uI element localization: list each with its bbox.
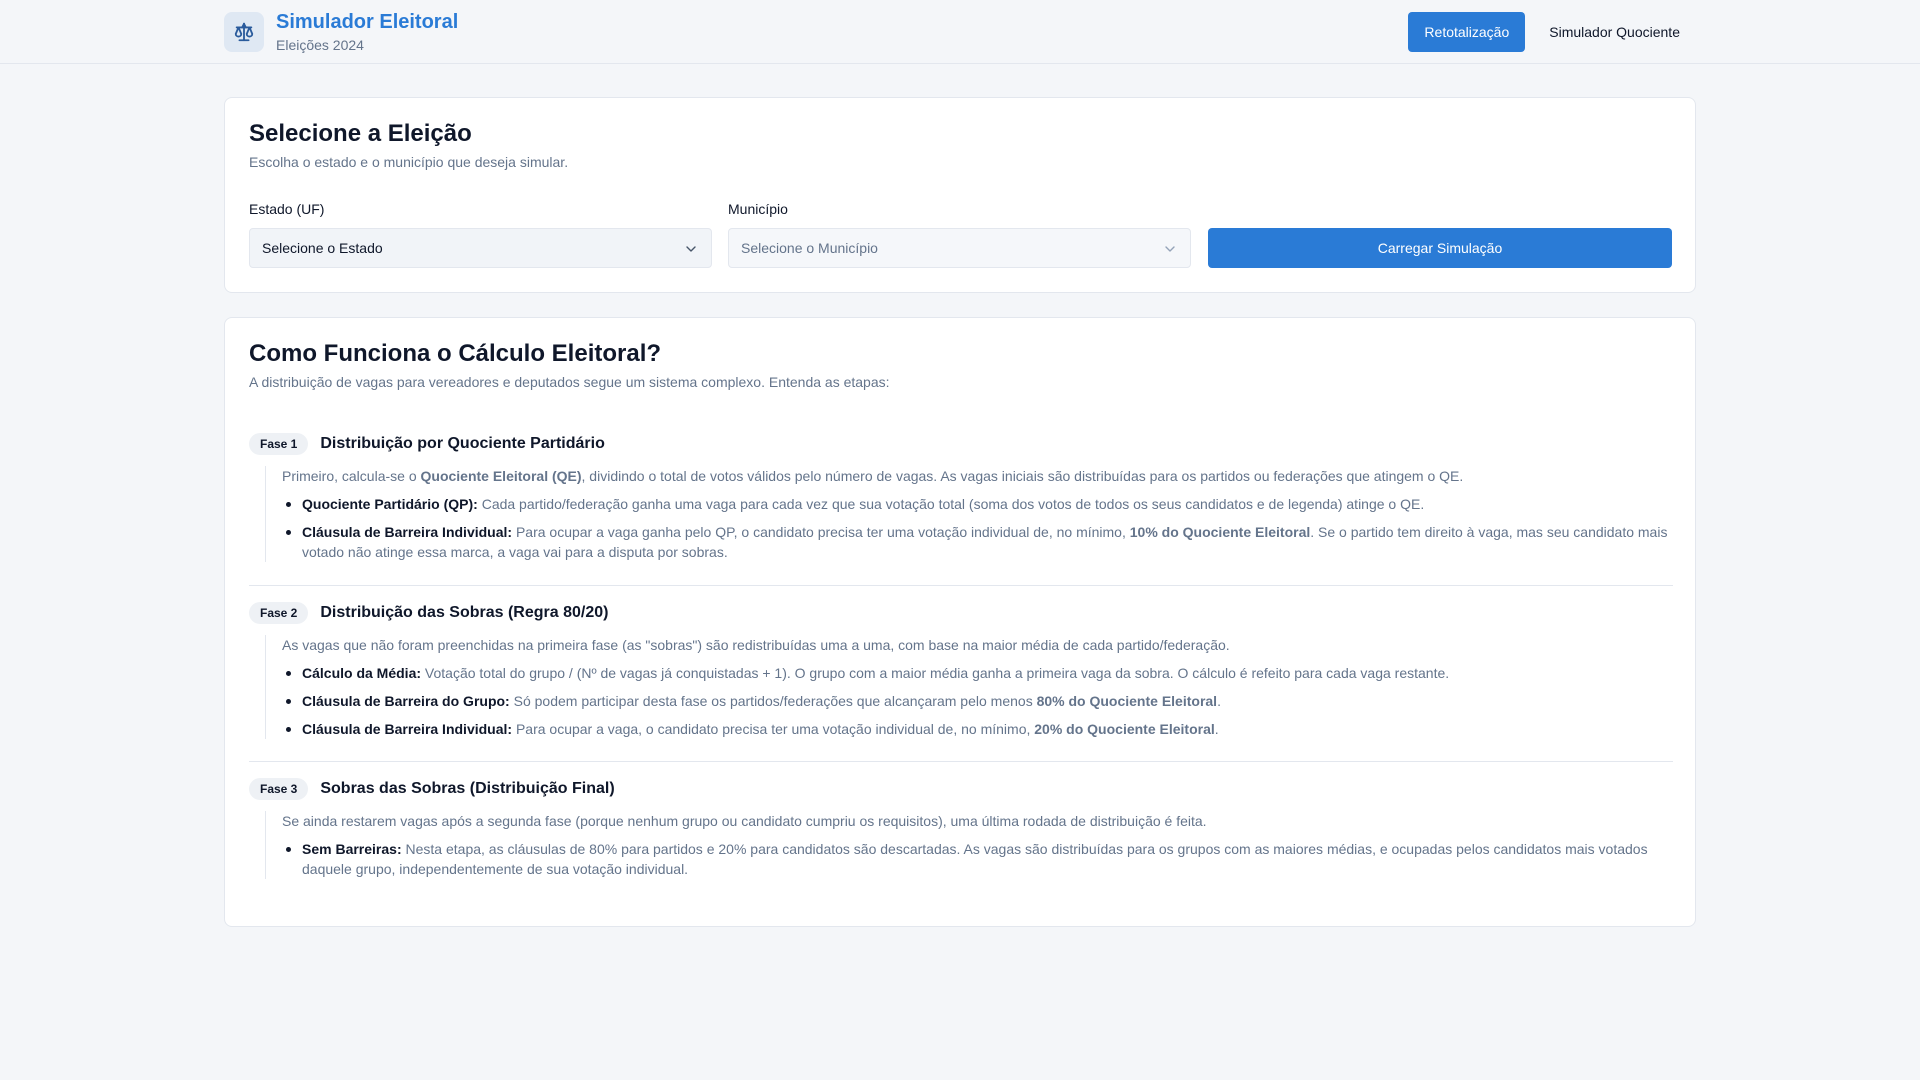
scale-icon: [224, 12, 264, 52]
phase-title: Sobras das Sobras (Distribuição Final): [320, 780, 615, 797]
info-card-title: Como Funciona o Cálculo Eleitoral?: [249, 340, 662, 367]
phase-badge: Fase 2: [249, 602, 309, 624]
how-it-works-card: Como Funciona o Cálculo Eleitoral? A dis…: [224, 317, 1696, 927]
divider: [249, 585, 1673, 586]
list-item: Cláusula de Barreira Individual: Para oc…: [282, 719, 1673, 739]
city-label: Município: [728, 201, 788, 217]
list-item: Cláusula de Barreira do Grupo: Só podem …: [282, 691, 1673, 711]
select-card-subtitle: Escolha o estado e o município que desej…: [249, 154, 569, 170]
phase-badge: Fase 3: [249, 778, 309, 800]
info-card-subtitle: A distribuição de vagas para vereadores …: [249, 374, 890, 390]
nav-retotalizacao-button[interactable]: Retotalização: [1408, 12, 1526, 52]
nav-simulador-quociente-button[interactable]: Simulador Quociente: [1533, 12, 1696, 52]
phase-badge: Fase 1: [249, 433, 309, 455]
phase-intro: As vagas que não foram preenchidas na pr…: [282, 637, 1230, 653]
state-select[interactable]: Selecione o Estado: [249, 228, 712, 268]
app-title: Simulador Eleitoral: [276, 11, 459, 33]
list-item: Quociente Partidário (QP): Cada partido/…: [282, 494, 1673, 514]
top-bar: Simulador Eleitoral Eleições 2024 Retota…: [0, 0, 1920, 64]
phase-title: Distribuição por Quociente Partidário: [320, 435, 605, 452]
city-select-value: Selecione o Município: [741, 240, 878, 256]
phase-intro: Se ainda restarem vagas após a segunda f…: [282, 813, 1207, 829]
load-simulation-button[interactable]: Carregar Simulação: [1208, 228, 1672, 268]
city-select[interactable]: Selecione o Município: [728, 228, 1191, 268]
state-select-value: Selecione o Estado: [262, 240, 383, 256]
divider: [249, 761, 1673, 762]
state-label: Estado (UF): [249, 201, 325, 217]
phase-title: Distribuição das Sobras (Regra 80/20): [320, 604, 609, 621]
election-select-card: Selecione a Eleição Escolha o estado e o…: [224, 97, 1696, 293]
select-card-title: Selecione a Eleição: [249, 120, 472, 147]
list-item: Cláusula de Barreira Individual: Para oc…: [282, 522, 1673, 562]
phase-3: Fase 3 Sobras das Sobras (Distribuição F…: [249, 777, 1673, 887]
brand[interactable]: Simulador Eleitoral Eleições 2024: [224, 11, 458, 53]
phase-2: Fase 2 Distribuição das Sobras (Regra 80…: [249, 601, 1673, 747]
chevron-down-icon: [686, 246, 696, 252]
main-nav: Retotalização Simulador Quociente: [1408, 12, 1696, 52]
chevron-down-icon: [1165, 246, 1175, 252]
phase-1: Fase 1 Distribuição por Quociente Partid…: [249, 432, 1673, 570]
phase-intro: Primeiro, calcula-se o Quociente Eleitor…: [282, 468, 1464, 484]
list-item: Cálculo da Média: Votação total do grupo…: [282, 663, 1673, 683]
app-subtitle: Eleições 2024: [276, 37, 364, 53]
list-item: Sem Barreiras: Nesta etapa, as cláusulas…: [282, 839, 1673, 879]
